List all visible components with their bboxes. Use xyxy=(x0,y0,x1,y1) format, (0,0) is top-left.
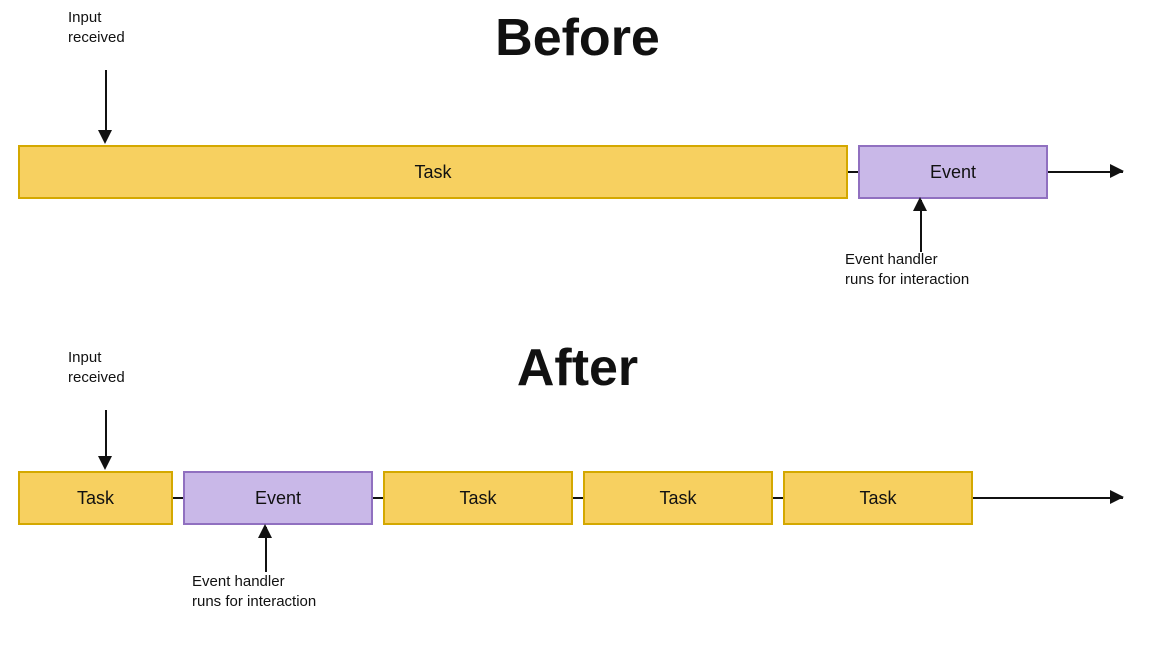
before-input-arrow-line xyxy=(105,70,107,132)
diagram-container: Before Task Event Input received Event h… xyxy=(0,0,1155,647)
after-event-arrow-head xyxy=(258,524,272,538)
before-event-arrow-head xyxy=(913,197,927,211)
after-title: After xyxy=(517,338,638,398)
after-input-arrow-line xyxy=(105,410,107,458)
before-input-label: Input received xyxy=(68,8,125,49)
before-title: Before xyxy=(495,8,660,68)
before-event-box: Event xyxy=(858,145,1048,199)
after-event-label: Event handler runs for interaction xyxy=(192,572,316,613)
after-task1-box: Task xyxy=(18,471,173,525)
after-task3-box: Task xyxy=(583,471,773,525)
after-task4-box: Task xyxy=(783,471,973,525)
before-input-arrow-head xyxy=(98,130,112,144)
after-event-box: Event xyxy=(183,471,373,525)
before-event-label: Event handler runs for interaction xyxy=(845,250,969,291)
after-input-arrow-head xyxy=(98,456,112,470)
after-task2-box: Task xyxy=(383,471,573,525)
after-arrow-right xyxy=(1110,490,1124,504)
before-task-box: Task xyxy=(18,145,848,199)
before-arrow-right xyxy=(1110,164,1124,178)
after-input-label: Input received xyxy=(68,348,125,389)
